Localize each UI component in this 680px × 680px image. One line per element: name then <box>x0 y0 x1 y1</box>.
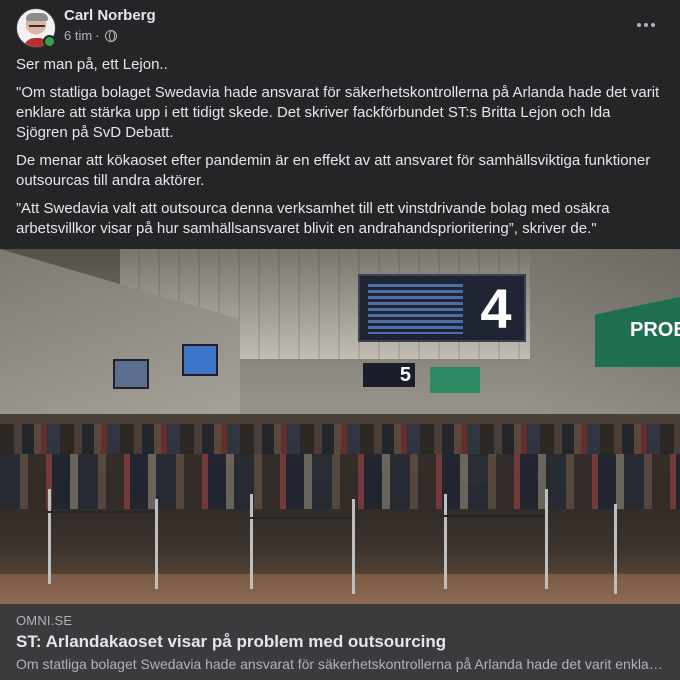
green-sign-text: PROBA <box>630 319 680 341</box>
queue-rope <box>444 515 545 517</box>
queue-rope <box>250 517 352 519</box>
link-description: Om statliga bolaget Swedavia hade ansvar… <box>16 656 666 672</box>
globe-icon[interactable] <box>104 29 117 42</box>
stanchion <box>545 489 548 589</box>
post-meta: 6 tim · <box>64 28 117 43</box>
post-paragraph: De menar att kökaoset efter pandemin är … <box>16 152 651 189</box>
stanchion <box>155 499 158 589</box>
stanchion <box>614 504 617 594</box>
gate-sign: 5 <box>363 363 415 387</box>
post-paragraph: ”Att Swedavia valt att outsourca denna v… <box>16 200 610 237</box>
avatar-hair <box>26 13 48 21</box>
dot-icon <box>644 23 648 27</box>
stanchion <box>48 489 51 584</box>
info-screen <box>113 359 149 389</box>
photo-floor <box>0 574 680 604</box>
link-preview[interactable]: OMNI.SE ST: Arlandakaoset visar på probl… <box>0 604 680 680</box>
post-header: Carl Norberg 6 tim · <box>0 0 680 52</box>
gate-number-secondary: 5 <box>399 364 411 386</box>
stanchion <box>352 499 355 594</box>
stanchion <box>444 494 447 589</box>
online-status-dot <box>43 35 56 48</box>
post-photo[interactable]: 4 5 PROBA <box>0 249 680 604</box>
departure-board-rows <box>368 284 463 334</box>
post-time[interactable]: 6 tim <box>64 28 92 43</box>
dot-icon <box>637 23 641 27</box>
crowd-row <box>0 454 680 509</box>
stanchion <box>250 494 253 589</box>
queue-rope <box>48 511 155 513</box>
more-options-button[interactable] <box>630 12 662 38</box>
departure-board: 4 <box>358 274 526 342</box>
link-title[interactable]: ST: Arlandakaoset visar på problem med o… <box>16 632 446 652</box>
crowd-row <box>0 424 680 454</box>
avatar-glasses <box>29 25 45 29</box>
meta-separator: · <box>95 28 100 43</box>
green-sign-small <box>430 367 480 393</box>
post-paragraph: Ser man på, ett Lejon.. <box>16 56 168 73</box>
link-domain: OMNI.SE <box>16 613 73 628</box>
info-screen <box>182 344 218 376</box>
post-text: Ser man på, ett Lejon.. "Om statliga bol… <box>16 55 666 247</box>
gate-number: 4 <box>480 277 512 340</box>
dot-icon <box>651 23 655 27</box>
post-paragraph: "Om statliga bolaget Swedavia hade ansva… <box>16 84 660 141</box>
author-name[interactable]: Carl Norberg <box>64 7 156 24</box>
